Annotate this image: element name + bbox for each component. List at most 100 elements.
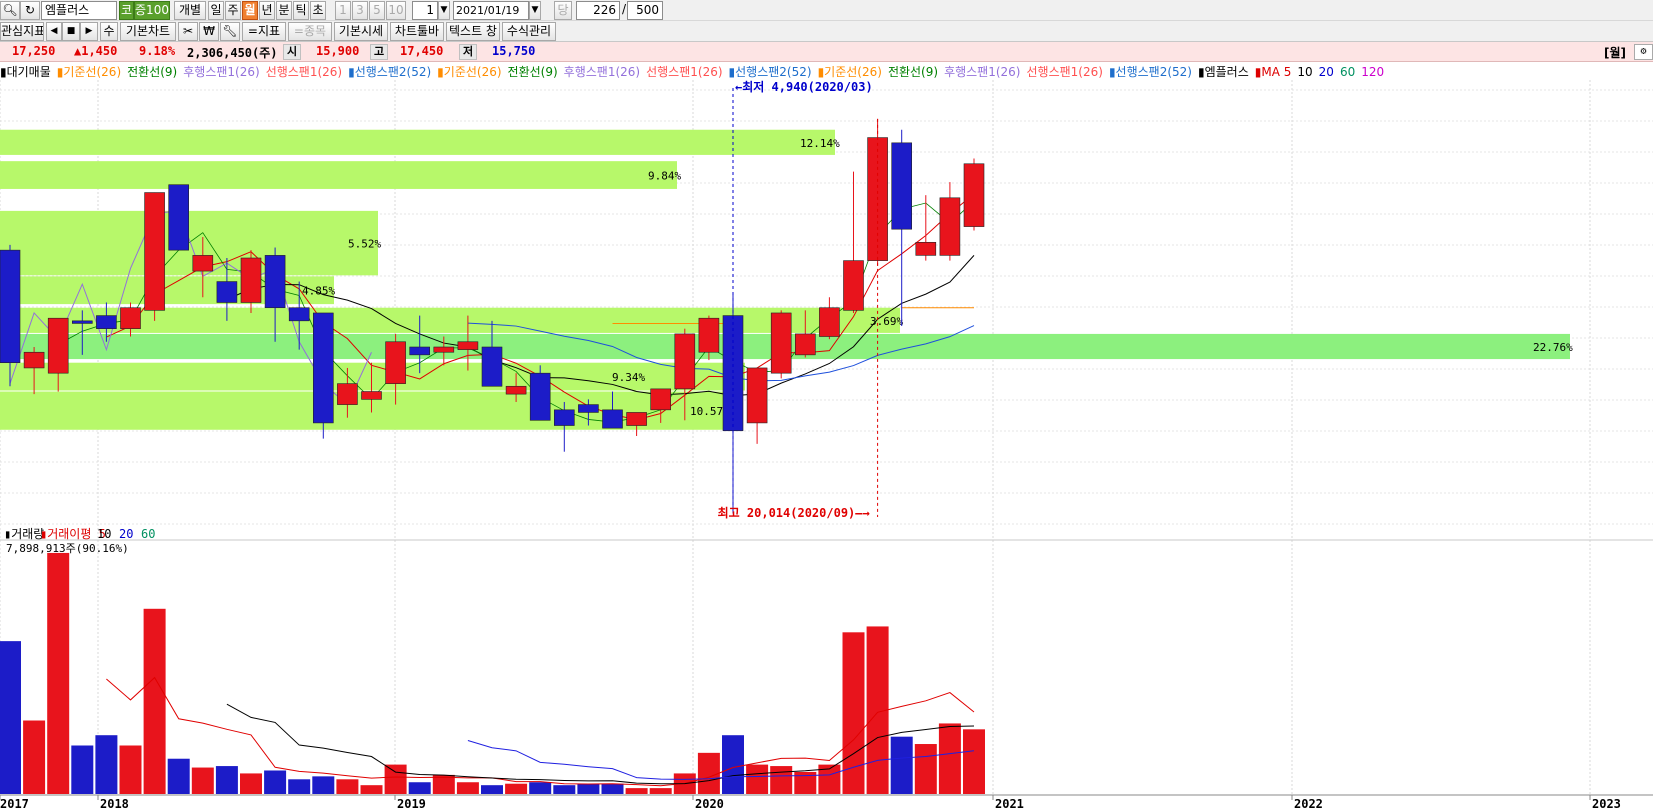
candle-body [939,197,961,256]
volume-bar [529,782,552,794]
volume-bar [240,773,262,794]
volume-bar [408,782,431,794]
candle-body [361,391,382,400]
legend-item: 선행스팬1(26) [1026,65,1103,79]
candle-body [650,388,672,411]
volume-bar [119,745,142,794]
price-change: ▲1,450 [74,44,118,58]
interval-button-10[interactable]: 10 [386,1,406,20]
stock-button[interactable]: =종목 [288,22,332,41]
prev-arrow-icon[interactable]: ◀ [46,22,62,41]
legend-item: 전환선(9) [127,65,178,79]
volume-bar [722,735,744,794]
year-tick-label: 2017 [0,797,29,811]
candle-body [770,312,792,374]
interval-button-3[interactable]: 3 [352,1,368,20]
text-window-button[interactable]: 텍스트 창 [446,22,500,41]
period-tab-5[interactable]: 틱 [293,1,309,20]
stock-name-input[interactable]: 엠플러스 [41,1,117,20]
price-bar: 17,250 ▲1,450 9.18% 2,306,450(주) 시 15,90… [0,42,1653,62]
band-percent-label: 9.84% [648,170,681,183]
candle-body [505,385,527,395]
legend-item: 전환선(9) [507,65,558,79]
candle-body [746,367,768,424]
candle-body [264,255,286,309]
volume-bar [770,766,793,794]
axis-background [0,795,1653,811]
period-tab-4[interactable]: 분 [276,1,292,20]
volume-bar [384,764,407,794]
dang-button[interactable]: 당 [554,1,572,20]
period-tab-6[interactable]: 초 [310,1,326,20]
kosdaq-badge: 코 [119,1,134,20]
legend-item: 후행스팬1(26) [563,65,641,79]
period-tab-1[interactable]: 주 [225,1,241,20]
volume-bar [553,785,576,794]
current-price: 17,250 [12,44,56,58]
volume-bars [0,552,985,794]
period-tab-0[interactable]: 일 [208,1,224,20]
interval-button-1[interactable]: 1 [335,1,351,20]
volume-bar [264,770,287,794]
volume-legend-item: 60 [141,527,155,541]
legend-item: 60 [1339,65,1356,79]
stop-icon[interactable]: ■ [62,22,80,41]
legend-item: ▮대기매물 [0,65,51,79]
volume-bar [890,736,913,794]
volume-bar [215,766,238,794]
volume-bar [71,745,94,794]
candle-body [819,307,840,337]
volume-legend-item: 20 [119,527,133,541]
refresh-icon[interactable]: ↻ [20,1,40,20]
basic-chart-button[interactable]: 기본차트 [120,22,176,41]
volume-bar [360,785,383,794]
candle-body [240,257,262,303]
legend-item: 10 [1297,65,1313,79]
scissors-icon[interactable]: ✂ [178,22,198,41]
volume-bar [167,758,190,794]
chevron-down-icon[interactable]: ▼ [438,1,450,20]
legend-item: ▮선행스팬2(52) [348,65,432,79]
period-tab-3[interactable]: 년 [259,1,275,20]
period-tab-2[interactable]: 월 [242,1,258,20]
watch-indicator-button[interactable]: 관심지표 [0,22,44,41]
index-badge[interactable]: 증100 [134,1,170,20]
secondary-toolbar: 관심지표 ◀ ■ ▶ 수 기본차트 ✂ ₩ 🔧︎ =지표 =종목 기본시세 차트… [0,21,1653,42]
indicator-button[interactable]: =지표 [242,22,286,41]
band-percent-label: 22.76% [1533,341,1573,354]
chart-toolbar-button[interactable]: 차트툴바 [390,22,444,41]
settings-gear-icon[interactable]: ⚙ [1634,44,1653,60]
search-icon[interactable]: 🔍︎ [0,1,20,20]
total-input[interactable]: 500 [627,1,663,20]
interval-select[interactable]: 1 [412,1,438,20]
legend-item: ▮기준선(26) [437,65,502,79]
wrench-icon[interactable]: 🔧︎ [220,22,240,41]
date-input[interactable]: 2021/01/19 [453,1,529,20]
candle-body [312,312,334,424]
period-indicator[interactable]: [월] [1604,44,1626,61]
count-input[interactable]: 226 [576,1,620,20]
volume-bar [336,779,359,794]
price-chart[interactable]: 12.14%9.84%5.52%4.85%3.69%22.76%9.34%10.… [0,80,1653,811]
individual-button[interactable]: 개별 [174,1,206,20]
volume-bar [577,783,600,794]
candle-body [843,260,864,311]
support-band [0,161,677,189]
band-percent-label: 3.69% [870,315,903,328]
candle-body [915,241,937,256]
su-button[interactable]: 수 [100,22,118,41]
basic-quote-button[interactable]: 기본시세 [334,22,388,41]
interval-button-5[interactable]: 5 [369,1,385,20]
formula-manager-button[interactable]: 수식관리 [502,22,556,41]
candle-body [0,249,21,364]
candle-body [23,351,45,369]
candle-body [47,317,69,374]
won-button[interactable]: ₩ [199,22,219,41]
date-chevron-icon[interactable]: ▼ [529,1,541,20]
candle-body [481,346,503,387]
candle-body [891,142,913,230]
candle-body [626,412,647,426]
support-bands: 12.14%9.84%5.52%4.85%3.69%22.76%9.34%10.… [0,129,1573,430]
next-arrow-icon[interactable]: ▶ [80,22,98,41]
legend-item: ▮기준선(26) [56,65,122,79]
